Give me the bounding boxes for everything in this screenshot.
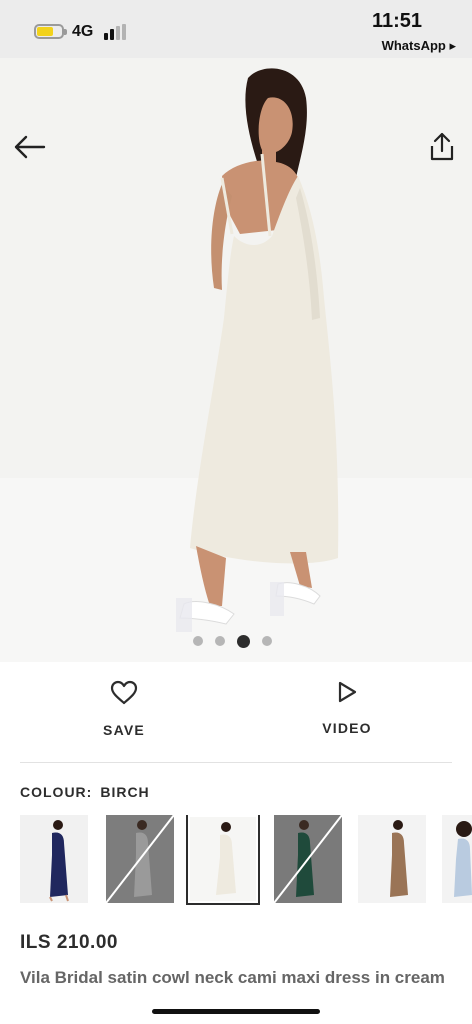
- product-actions: SAVE VIDEO: [0, 662, 472, 762]
- swatch-birch-selected[interactable]: [186, 815, 260, 905]
- pagination-dot-active[interactable]: [237, 634, 250, 648]
- swatch-brown[interactable]: [358, 815, 426, 903]
- status-bar: 4G 11:51 WhatsApp ▸: [0, 0, 472, 58]
- play-outline-icon: [338, 681, 357, 703]
- save-label: SAVE: [103, 722, 145, 738]
- swatch-grey-unavailable[interactable]: [106, 815, 174, 903]
- swatch-navy[interactable]: [20, 815, 88, 903]
- heart-outline-icon: [110, 680, 138, 705]
- pagination-dot[interactable]: [262, 636, 272, 646]
- share-icon[interactable]: [428, 132, 456, 162]
- back-arrow-icon[interactable]: [14, 134, 46, 160]
- gallery-pagination: [193, 634, 272, 648]
- network-type: 4G: [72, 23, 94, 40]
- colour-selection-label: COLOUR: BIRCH: [20, 784, 150, 800]
- swatch-light-blue[interactable]: [442, 815, 472, 903]
- pagination-dot[interactable]: [193, 636, 203, 646]
- save-button[interactable]: SAVE: [64, 680, 184, 738]
- product-title: Vila Bridal satin cowl neck cami maxi dr…: [20, 968, 445, 987]
- colour-label: COLOUR:: [20, 784, 93, 800]
- divider: [20, 762, 452, 763]
- colour-swatch-list: [20, 815, 472, 905]
- pagination-dot[interactable]: [215, 636, 225, 646]
- video-label: VIDEO: [322, 720, 372, 736]
- back-to-app-link[interactable]: WhatsApp ▸: [382, 38, 456, 54]
- colour-value: BIRCH: [100, 784, 150, 800]
- product-image-gallery[interactable]: 4K: [0, 58, 472, 662]
- swatch-green-unavailable[interactable]: [274, 815, 342, 903]
- battery-icon: [34, 24, 67, 39]
- product-photo: [176, 68, 339, 632]
- clock: 11:51: [371, 10, 422, 32]
- product-price: ILS 210.00: [20, 932, 118, 953]
- video-button[interactable]: VIDEO: [287, 680, 407, 736]
- signal-icon: [104, 24, 130, 40]
- home-indicator[interactable]: [152, 1009, 320, 1014]
